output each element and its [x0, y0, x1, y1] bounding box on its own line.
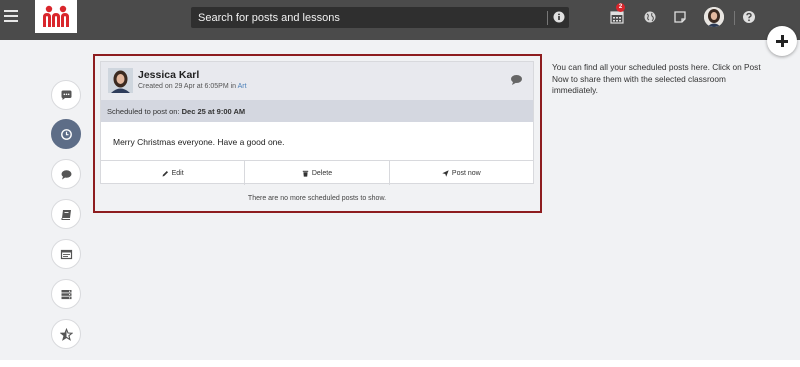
user-avatar[interactable]	[704, 7, 724, 27]
question-icon[interactable]	[742, 10, 756, 24]
edit-button[interactable]: Edit	[101, 161, 246, 185]
edit-label: Edit	[171, 169, 184, 177]
post-meta: Created on 29 Apr at 6:05PM in Art	[138, 83, 247, 90]
pencil-icon	[162, 170, 168, 176]
help-text: You can find all your scheduled posts he…	[552, 62, 761, 95]
star-icon	[60, 328, 73, 341]
top-bar: 2	[0, 0, 800, 40]
empty-message: There are no more scheduled posts to sho…	[247, 195, 387, 202]
scheduled-prefix: Scheduled to post on:	[107, 107, 182, 116]
chat-icon	[61, 170, 72, 180]
sidebar-item-chat[interactable]	[51, 159, 81, 189]
post-now-label: Post now	[451, 169, 481, 177]
author-avatar[interactable]	[108, 68, 133, 93]
globe-icon[interactable]	[643, 10, 657, 24]
sticky-note-icon[interactable]	[673, 10, 687, 24]
delete-label: Delete	[311, 169, 333, 177]
author-name[interactable]: Jessica Karl	[138, 69, 199, 81]
created-on-text: Created on 29 Apr at 6:05PM in	[138, 83, 238, 90]
scheduled-post-card: Jessica Karl Created on 29 Apr at 6:05PM…	[100, 61, 534, 185]
send-icon	[442, 169, 449, 177]
category-link[interactable]: Art	[238, 83, 247, 90]
scheduled-time: Dec 25 at 9:00 AM	[181, 107, 246, 116]
sidebar-item-scheduled[interactable]	[51, 119, 81, 149]
delete-button[interactable]: Delete	[245, 161, 390, 185]
search-input[interactable]	[191, 7, 541, 28]
post-header: Jessica Karl Created on 29 Apr at 6:05PM…	[101, 62, 533, 100]
info-icon[interactable]	[553, 11, 565, 23]
trash-icon	[302, 170, 309, 177]
post-body: Merry Christmas everyone. Have a good on…	[113, 137, 285, 147]
comment-icon[interactable]	[510, 74, 523, 86]
divider	[734, 11, 735, 25]
sidebar-item-archive[interactable]	[51, 279, 81, 309]
footer-strip	[0, 360, 800, 367]
sidebar-item-favorites[interactable]	[51, 319, 81, 349]
comments-icon	[61, 90, 72, 100]
server-icon	[61, 290, 72, 300]
browser-icon	[60, 249, 73, 260]
sidebar-item-browser[interactable]	[51, 239, 81, 269]
search-bar	[191, 7, 569, 28]
notification-badge: 2	[616, 3, 625, 12]
clock-icon	[61, 129, 72, 140]
schedule-info-bar: Scheduled to post on: Dec 25 at 9:00 AM	[101, 100, 533, 122]
book-icon	[61, 210, 71, 220]
post-actions: Edit Delete Post now	[101, 160, 533, 185]
sidebar-item-lessons[interactable]	[51, 199, 81, 229]
hamburger-icon[interactable]	[4, 10, 18, 24]
calendar-icon[interactable]	[610, 10, 624, 24]
post-now-button[interactable]: Post now	[390, 161, 533, 185]
add-post-button[interactable]	[767, 26, 797, 56]
sidebar-item-comments[interactable]	[51, 80, 81, 110]
scheduled-label: Scheduled to post on: Dec 25 at 9:00 AM	[107, 107, 245, 116]
app-logo[interactable]	[35, 0, 77, 33]
divider	[547, 11, 548, 25]
